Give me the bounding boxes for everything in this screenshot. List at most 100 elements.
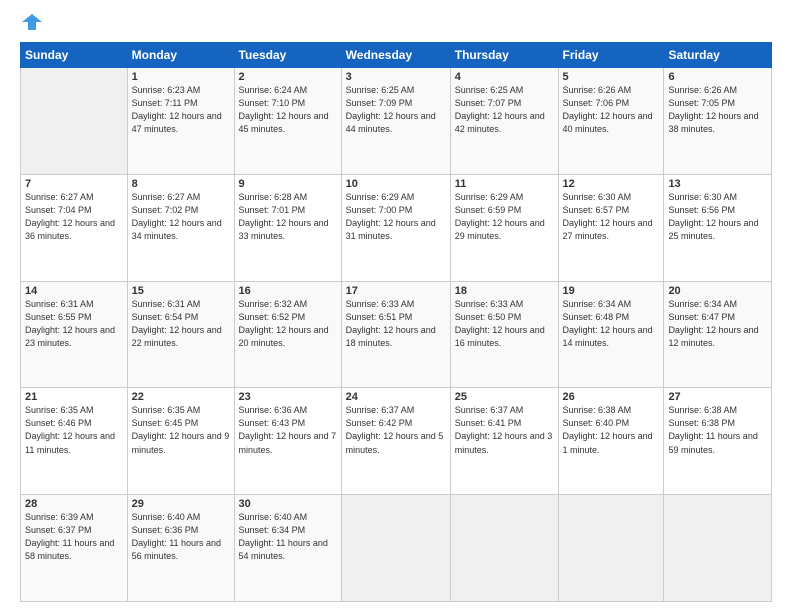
day-number: 18 [455,285,554,297]
day-number: 24 [346,391,446,403]
calendar-cell: 20 Sunrise: 6:34 AMSunset: 6:47 PMDaylig… [664,281,772,388]
day-info: Sunrise: 6:30 AMSunset: 6:57 PMDaylight:… [563,191,660,243]
calendar-cell: 21 Sunrise: 6:35 AMSunset: 6:46 PMDaylig… [21,388,128,495]
calendar-cell: 30 Sunrise: 6:40 AMSunset: 6:34 PMDaylig… [234,495,341,602]
calendar-cell: 24 Sunrise: 6:37 AMSunset: 6:42 PMDaylig… [341,388,450,495]
header-cell-sunday: Sunday [21,43,128,68]
calendar-cell: 6 Sunrise: 6:26 AMSunset: 7:05 PMDayligh… [664,68,772,175]
day-number: 25 [455,391,554,403]
calendar-cell: 9 Sunrise: 6:28 AMSunset: 7:01 PMDayligh… [234,174,341,281]
day-number: 30 [239,498,337,510]
logo [20,16,42,32]
day-number: 16 [239,285,337,297]
day-info: Sunrise: 6:24 AMSunset: 7:10 PMDaylight:… [239,84,337,136]
calendar-cell: 10 Sunrise: 6:29 AMSunset: 7:00 PMDaylig… [341,174,450,281]
calendar-cell: 1 Sunrise: 6:23 AMSunset: 7:11 PMDayligh… [127,68,234,175]
day-number: 10 [346,178,446,190]
calendar-cell: 26 Sunrise: 6:38 AMSunset: 6:40 PMDaylig… [558,388,664,495]
calendar-cell: 13 Sunrise: 6:30 AMSunset: 6:56 PMDaylig… [664,174,772,281]
calendar-cell: 14 Sunrise: 6:31 AMSunset: 6:55 PMDaylig… [21,281,128,388]
calendar-week-4: 21 Sunrise: 6:35 AMSunset: 6:46 PMDaylig… [21,388,772,495]
day-number: 26 [563,391,660,403]
calendar-week-5: 28 Sunrise: 6:39 AMSunset: 6:37 PMDaylig… [21,495,772,602]
day-number: 17 [346,285,446,297]
day-info: Sunrise: 6:35 AMSunset: 6:46 PMDaylight:… [25,404,123,456]
calendar-cell: 11 Sunrise: 6:29 AMSunset: 6:59 PMDaylig… [450,174,558,281]
logo-bird-icon [22,12,42,32]
calendar-cell: 12 Sunrise: 6:30 AMSunset: 6:57 PMDaylig… [558,174,664,281]
day-number: 21 [25,391,123,403]
header-cell-thursday: Thursday [450,43,558,68]
day-info: Sunrise: 6:25 AMSunset: 7:09 PMDaylight:… [346,84,446,136]
day-info: Sunrise: 6:33 AMSunset: 6:50 PMDaylight:… [455,298,554,350]
day-info: Sunrise: 6:38 AMSunset: 6:38 PMDaylight:… [668,404,767,456]
day-number: 20 [668,285,767,297]
calendar-cell: 5 Sunrise: 6:26 AMSunset: 7:06 PMDayligh… [558,68,664,175]
day-info: Sunrise: 6:25 AMSunset: 7:07 PMDaylight:… [455,84,554,136]
day-number: 4 [455,71,554,83]
header-cell-wednesday: Wednesday [341,43,450,68]
day-number: 14 [25,285,123,297]
header-cell-friday: Friday [558,43,664,68]
day-number: 5 [563,71,660,83]
day-info: Sunrise: 6:35 AMSunset: 6:45 PMDaylight:… [132,404,230,456]
day-number: 15 [132,285,230,297]
day-info: Sunrise: 6:37 AMSunset: 6:42 PMDaylight:… [346,404,446,456]
day-info: Sunrise: 6:27 AMSunset: 7:04 PMDaylight:… [25,191,123,243]
calendar-cell: 8 Sunrise: 6:27 AMSunset: 7:02 PMDayligh… [127,174,234,281]
calendar-cell [558,495,664,602]
day-info: Sunrise: 6:31 AMSunset: 6:55 PMDaylight:… [25,298,123,350]
header-cell-saturday: Saturday [664,43,772,68]
day-info: Sunrise: 6:36 AMSunset: 6:43 PMDaylight:… [239,404,337,456]
day-info: Sunrise: 6:34 AMSunset: 6:47 PMDaylight:… [668,298,767,350]
day-number: 8 [132,178,230,190]
day-number: 27 [668,391,767,403]
day-info: Sunrise: 6:37 AMSunset: 6:41 PMDaylight:… [455,404,554,456]
calendar-cell: 27 Sunrise: 6:38 AMSunset: 6:38 PMDaylig… [664,388,772,495]
calendar-table: SundayMondayTuesdayWednesdayThursdayFrid… [20,42,772,602]
day-info: Sunrise: 6:23 AMSunset: 7:11 PMDaylight:… [132,84,230,136]
day-number: 22 [132,391,230,403]
calendar-week-1: 1 Sunrise: 6:23 AMSunset: 7:11 PMDayligh… [21,68,772,175]
calendar-cell: 15 Sunrise: 6:31 AMSunset: 6:54 PMDaylig… [127,281,234,388]
day-info: Sunrise: 6:29 AMSunset: 7:00 PMDaylight:… [346,191,446,243]
calendar-header-row: SundayMondayTuesdayWednesdayThursdayFrid… [21,43,772,68]
day-number: 23 [239,391,337,403]
calendar-cell: 2 Sunrise: 6:24 AMSunset: 7:10 PMDayligh… [234,68,341,175]
day-number: 2 [239,71,337,83]
day-number: 3 [346,71,446,83]
day-number: 6 [668,71,767,83]
calendar-cell: 29 Sunrise: 6:40 AMSunset: 6:36 PMDaylig… [127,495,234,602]
day-number: 1 [132,71,230,83]
day-number: 28 [25,498,123,510]
day-number: 13 [668,178,767,190]
calendar-cell: 22 Sunrise: 6:35 AMSunset: 6:45 PMDaylig… [127,388,234,495]
calendar-week-2: 7 Sunrise: 6:27 AMSunset: 7:04 PMDayligh… [21,174,772,281]
calendar-cell: 28 Sunrise: 6:39 AMSunset: 6:37 PMDaylig… [21,495,128,602]
day-number: 9 [239,178,337,190]
calendar-cell: 19 Sunrise: 6:34 AMSunset: 6:48 PMDaylig… [558,281,664,388]
calendar-cell [664,495,772,602]
header [20,16,772,32]
day-info: Sunrise: 6:40 AMSunset: 6:34 PMDaylight:… [239,511,337,563]
header-cell-tuesday: Tuesday [234,43,341,68]
day-info: Sunrise: 6:34 AMSunset: 6:48 PMDaylight:… [563,298,660,350]
day-info: Sunrise: 6:33 AMSunset: 6:51 PMDaylight:… [346,298,446,350]
calendar-week-3: 14 Sunrise: 6:31 AMSunset: 6:55 PMDaylig… [21,281,772,388]
day-info: Sunrise: 6:39 AMSunset: 6:37 PMDaylight:… [25,511,123,563]
calendar-cell: 25 Sunrise: 6:37 AMSunset: 6:41 PMDaylig… [450,388,558,495]
calendar-body: 1 Sunrise: 6:23 AMSunset: 7:11 PMDayligh… [21,68,772,602]
day-info: Sunrise: 6:26 AMSunset: 7:06 PMDaylight:… [563,84,660,136]
calendar-cell: 17 Sunrise: 6:33 AMSunset: 6:51 PMDaylig… [341,281,450,388]
calendar-cell [450,495,558,602]
calendar-cell: 3 Sunrise: 6:25 AMSunset: 7:09 PMDayligh… [341,68,450,175]
calendar-cell: 4 Sunrise: 6:25 AMSunset: 7:07 PMDayligh… [450,68,558,175]
calendar-cell: 16 Sunrise: 6:32 AMSunset: 6:52 PMDaylig… [234,281,341,388]
header-cell-monday: Monday [127,43,234,68]
day-number: 7 [25,178,123,190]
day-info: Sunrise: 6:32 AMSunset: 6:52 PMDaylight:… [239,298,337,350]
day-number: 19 [563,285,660,297]
day-info: Sunrise: 6:29 AMSunset: 6:59 PMDaylight:… [455,191,554,243]
day-info: Sunrise: 6:28 AMSunset: 7:01 PMDaylight:… [239,191,337,243]
day-info: Sunrise: 6:30 AMSunset: 6:56 PMDaylight:… [668,191,767,243]
